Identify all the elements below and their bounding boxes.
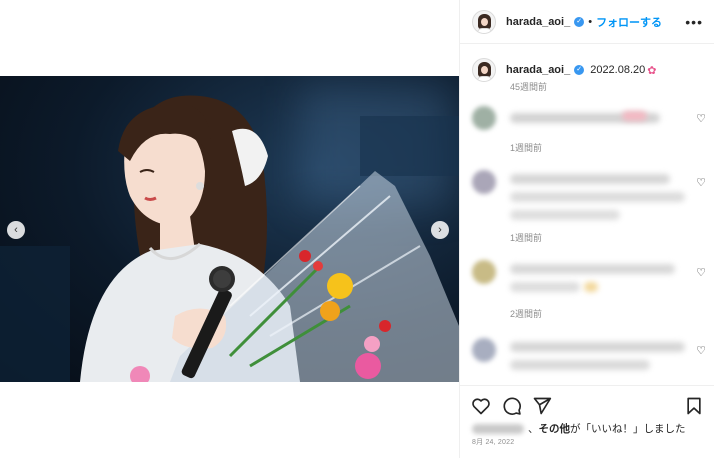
comment-icon[interactable] [502, 396, 522, 416]
post-sidebar: harada_aoi_ ✓ • フォローする ••• harada_aoi_ ✓… [459, 0, 714, 458]
blurred-comment-text [510, 192, 685, 202]
post-date[interactable]: 8月 24, 2022 [472, 437, 514, 447]
blurred-comment-text [510, 264, 675, 274]
comment-avatar[interactable] [472, 106, 496, 130]
comment: 1週間前 ♡ [472, 170, 708, 245]
blurred-comment-text [510, 342, 685, 352]
comment-avatar[interactable] [472, 338, 496, 362]
heart-icon[interactable] [471, 396, 491, 416]
blurred-emoji [584, 282, 598, 292]
likes-summary: 、 その他 が「いいね！」しました [472, 421, 686, 436]
photo-illustration [0, 95, 459, 382]
comment-like-icon[interactable]: ♡ [696, 266, 706, 279]
caption-timestamp[interactable]: 45週間前 [510, 80, 547, 93]
avatar[interactable] [472, 9, 496, 34]
likes-suffix: が「いいね！」しました [570, 423, 686, 435]
comment-like-icon[interactable]: ♡ [696, 344, 706, 357]
caption: harada_aoi_ ✓ 2022.08.20 ✿ [472, 58, 656, 82]
likes-separator: 、 [528, 423, 539, 435]
comment: 2週間前 ♡ [472, 260, 708, 322]
follow-button[interactable]: フォローする [596, 14, 662, 30]
bookmark-icon[interactable] [684, 396, 704, 416]
next-photo-button[interactable]: › [431, 221, 449, 239]
blurred-comment-text [510, 210, 620, 220]
verified-badge-icon: ✓ [574, 65, 585, 75]
author-username[interactable]: harada_aoi_ [506, 16, 570, 28]
blurred-comment-text [510, 174, 670, 184]
post-actions [460, 385, 714, 425]
comment: 1週間前 ♡ [472, 106, 708, 156]
post-photo[interactable] [0, 76, 459, 382]
comment-like-icon[interactable]: ♡ [696, 112, 706, 125]
blurred-comment-text [510, 282, 580, 292]
caption-text: 2022.08.20 [590, 64, 646, 76]
comment: ♡ [472, 338, 708, 382]
separator-dot: • [588, 15, 593, 28]
blurred-emoji [622, 111, 647, 121]
comment-avatar[interactable] [472, 260, 496, 284]
blurred-liker-name[interactable] [472, 423, 524, 434]
caption-username[interactable]: harada_aoi_ [506, 64, 570, 76]
caption-emoji: ✿ [647, 64, 657, 77]
share-icon[interactable] [532, 396, 552, 416]
comment-time[interactable]: 2週間前 [510, 307, 542, 320]
verified-badge-icon: ✓ [574, 16, 585, 27]
comment-time[interactable]: 1週間前 [510, 141, 542, 154]
comment-avatar[interactable] [472, 170, 496, 194]
blurred-comment-text [510, 360, 650, 370]
caption-avatar[interactable] [472, 58, 496, 82]
previous-photo-button[interactable]: ‹ [7, 221, 25, 239]
media-panel: ‹ › [0, 0, 459, 458]
comment-like-icon[interactable]: ♡ [696, 176, 706, 189]
post-header: harada_aoi_ ✓ • フォローする ••• [460, 0, 714, 44]
comment-time[interactable]: 1週間前 [510, 231, 542, 244]
likes-others-link[interactable]: その他 [539, 421, 571, 436]
more-horizontal-icon[interactable]: ••• [685, 14, 703, 30]
